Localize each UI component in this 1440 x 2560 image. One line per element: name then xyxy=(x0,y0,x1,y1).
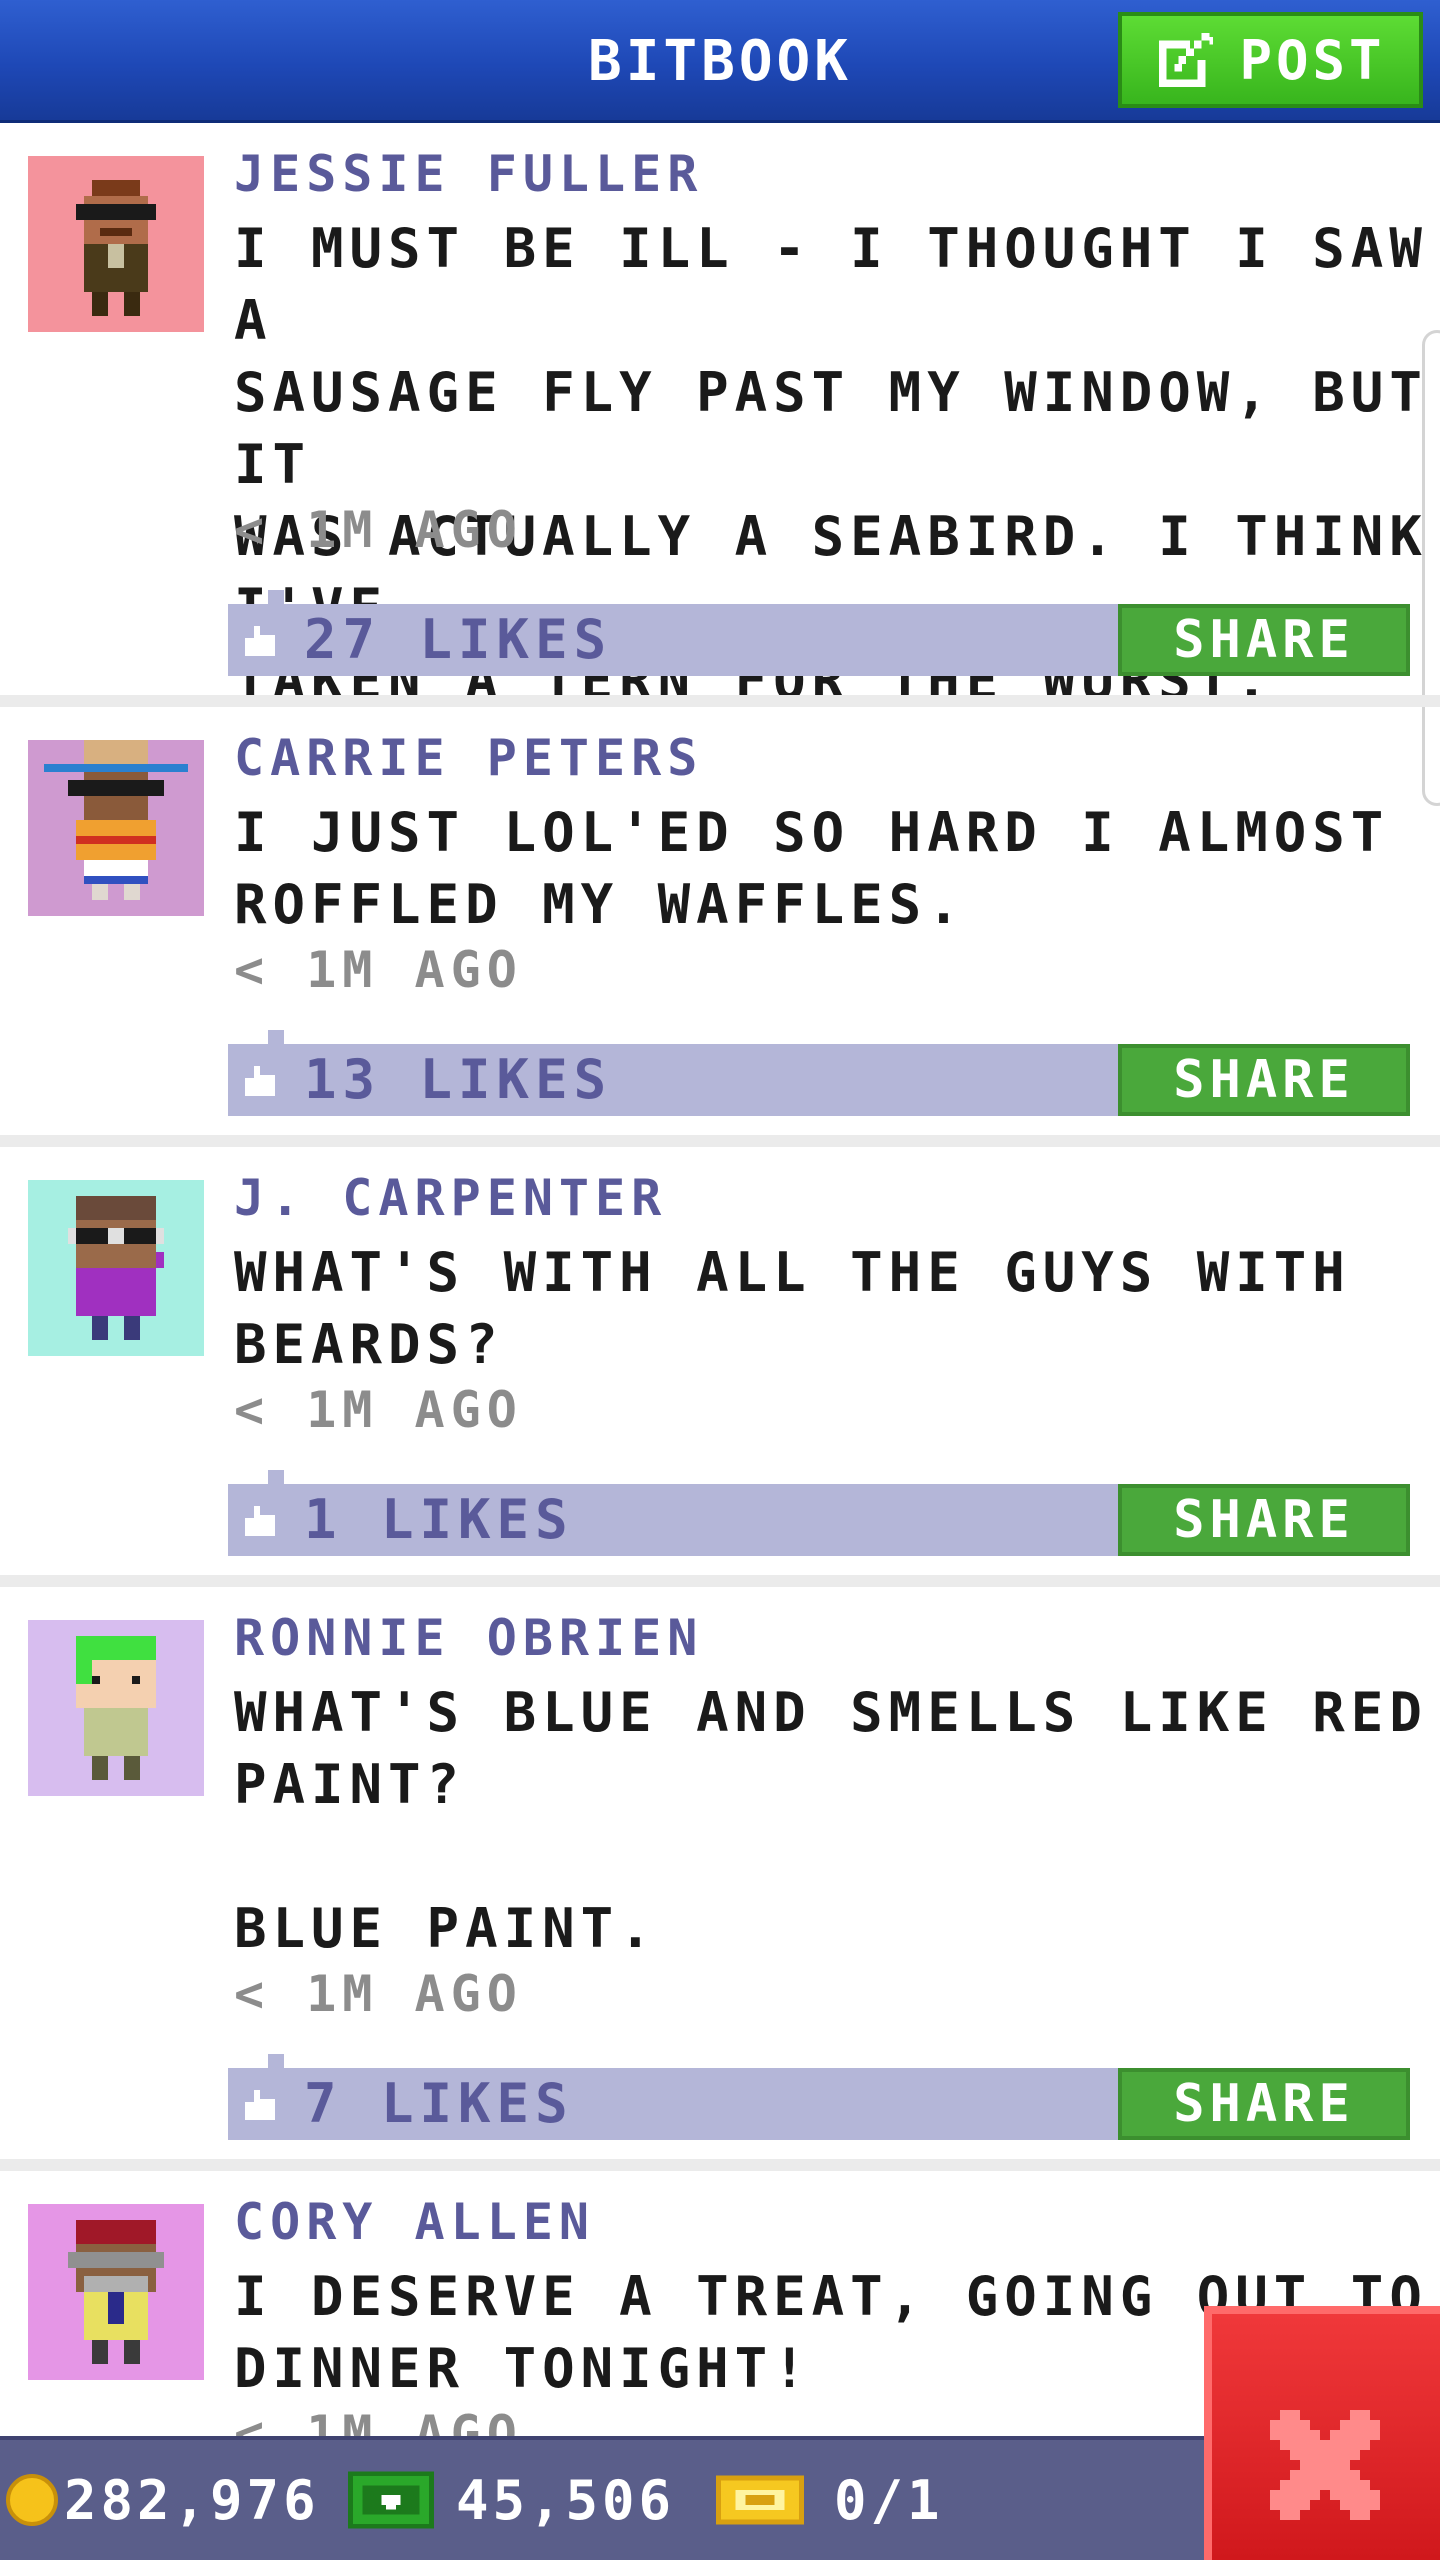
avatar[interactable] xyxy=(28,1180,204,1356)
share-button[interactable]: SHARE xyxy=(1118,604,1410,676)
compose-icon xyxy=(1159,32,1214,88)
post-text: WHAT'S WITH ALL THE GUYS WITH BEARDS? xyxy=(234,1241,1351,1376)
post-divider xyxy=(0,1575,1440,1587)
like-bar: 1 LIKES SHARE xyxy=(228,1470,1410,1556)
thumbs-up-icon[interactable] xyxy=(242,1506,278,1536)
post-timestamp: < 1M AGO xyxy=(234,1965,523,2023)
thumbs-up-icon[interactable] xyxy=(242,626,278,656)
share-button[interactable]: SHARE xyxy=(1118,1484,1410,1556)
like-bar-notch xyxy=(268,1470,284,1484)
avatar[interactable] xyxy=(28,740,204,916)
ticket-icon xyxy=(716,2475,804,2525)
feed-post: J. CARPENTER WHAT'S WITH ALL THE GUYS WI… xyxy=(0,1147,1440,1587)
like-bar-notch xyxy=(268,1030,284,1044)
coins-value: 282,976 xyxy=(64,2468,320,2532)
post-divider xyxy=(0,2159,1440,2171)
post-author[interactable]: RONNIE OBRIEN xyxy=(234,1609,703,1667)
tickets-stat: 0/1 xyxy=(716,2440,944,2560)
likes-count: 27 LIKES xyxy=(304,608,613,671)
feed-post: RONNIE OBRIEN WHAT'S BLUE AND SMELLS LIK… xyxy=(0,1587,1440,2171)
post-author[interactable]: J. CARPENTER xyxy=(234,1169,667,1227)
avatar-image xyxy=(28,2204,204,2380)
likes-count: 13 LIKES xyxy=(304,1048,613,1111)
thumbs-up-icon[interactable] xyxy=(242,2090,278,2120)
avatar[interactable] xyxy=(28,2204,204,2380)
post-divider xyxy=(0,695,1440,707)
post-author[interactable]: CORY ALLEN xyxy=(234,2193,595,2251)
post-button-label: POST xyxy=(1239,28,1386,92)
likes-count: 7 LIKES xyxy=(304,2072,574,2135)
avatar-image xyxy=(28,156,204,332)
post-timestamp: < 1M AGO xyxy=(234,1381,523,1439)
avatar-image xyxy=(28,1620,204,1796)
post-author[interactable]: CARRIE PETERS xyxy=(234,729,703,787)
avatar[interactable] xyxy=(28,1620,204,1796)
like-bar: 7 LIKES SHARE xyxy=(228,2054,1410,2140)
post-text: I JUST LOL'ED SO HARD I ALMOST ROFFLED M… xyxy=(234,801,1390,936)
cash-value: 45,506 xyxy=(456,2468,676,2532)
avatar-image xyxy=(28,1180,204,1356)
avatar[interactable] xyxy=(28,156,204,332)
coins-stat: 282,976 xyxy=(6,2440,320,2560)
post-text: WHAT'S BLUE AND SMELLS LIKE RED PAINT? B… xyxy=(234,1681,1428,1960)
post-timestamp: < 1M AGO xyxy=(234,501,523,559)
news-feed: JESSIE FULLER I MUST BE ILL - I THOUGHT … xyxy=(0,123,1440,2471)
like-bar-notch xyxy=(268,2054,284,2068)
app-header: BITBOOK POST xyxy=(0,0,1440,123)
like-bar-notch xyxy=(268,590,284,604)
post-button[interactable]: POST xyxy=(1118,12,1423,108)
share-button[interactable]: SHARE xyxy=(1118,1044,1410,1116)
thumbs-up-icon[interactable] xyxy=(242,1066,278,1096)
feed-post: JESSIE FULLER I MUST BE ILL - I THOUGHT … xyxy=(0,123,1440,712)
avatar-image xyxy=(28,740,204,916)
like-bar: 13 LIKES SHARE xyxy=(228,1030,1410,1116)
post-divider xyxy=(0,1135,1440,1147)
close-button[interactable] xyxy=(1204,2306,1440,2560)
likes-count: 1 LIKES xyxy=(304,1488,574,1551)
coin-icon xyxy=(6,2474,58,2526)
tickets-value: 0/1 xyxy=(834,2468,944,2532)
close-icon xyxy=(1270,2410,1380,2520)
feed-post: CARRIE PETERS I JUST LOL'ED SO HARD I AL… xyxy=(0,707,1440,1147)
like-bar: 27 LIKES SHARE xyxy=(228,590,1410,676)
post-timestamp: < 1M AGO xyxy=(234,941,523,999)
cash-stat: 45,506 xyxy=(348,2440,675,2560)
share-button[interactable]: SHARE xyxy=(1118,2068,1410,2140)
cash-icon xyxy=(348,2471,434,2529)
post-author[interactable]: JESSIE FULLER xyxy=(234,145,703,203)
